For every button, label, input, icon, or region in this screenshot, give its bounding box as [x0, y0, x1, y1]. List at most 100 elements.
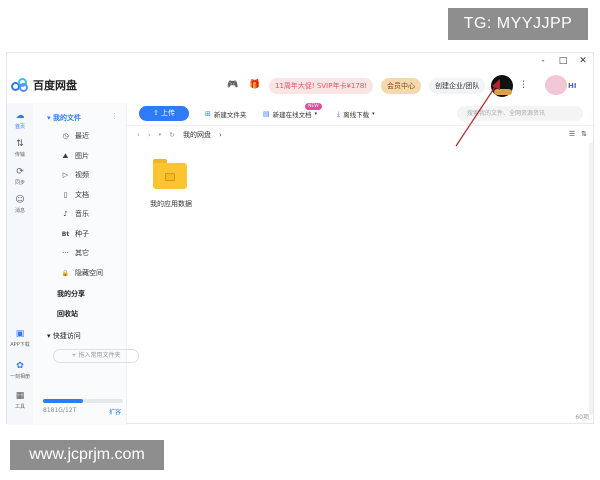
ellipsis-icon: ··· [62, 249, 69, 257]
promo-banner[interactable]: 11周年大促! SVIP年卡¥178! [269, 78, 374, 94]
svip-badge-icon [494, 89, 512, 95]
new-doc-icon: ▤ [263, 110, 270, 118]
chevron-down-icon: ▾ [372, 111, 375, 117]
sidebar-item-label: 文档 [75, 191, 89, 199]
sidebar-item-images[interactable]: ⛰ 图片 [61, 151, 89, 161]
sidebar-item-recent[interactable]: ◷ 最近 [61, 131, 89, 141]
folder-icon[interactable] [153, 159, 187, 189]
rail-item-label: 同步 [14, 180, 25, 186]
rail-item-label: 消息 [14, 208, 25, 214]
rail-item-label: 工具 [14, 404, 25, 410]
rail-item-app-download[interactable]: ▣ APP下载 [7, 329, 33, 348]
window-controls: - □ ✕ [537, 56, 589, 66]
watermark-bottom: www.jcprjm.com [10, 440, 164, 470]
maximize-button[interactable]: □ [557, 56, 569, 66]
breadcrumb-chevron-icon[interactable]: › [219, 131, 222, 139]
rail-item-moments[interactable]: ✿ 一刻相册 [7, 361, 33, 380]
storage-quota-bar [43, 399, 123, 403]
gift-icon[interactable]: 🎁 [249, 80, 260, 90]
navigation-row: ‹ › ▾ ↻ 我的网盘 › [137, 130, 222, 140]
sidebar-item-other[interactable]: ··· 其它 [61, 248, 89, 258]
upload-button[interactable]: ⇧ 上传 [139, 106, 189, 121]
sidebar-item-label: 图片 [75, 152, 89, 160]
offline-download-label: 离线下载 [343, 111, 370, 119]
mascot-icon[interactable] [545, 75, 567, 95]
sidebar-item-videos[interactable]: ▷ 视频 [61, 170, 89, 180]
more-menu-button[interactable]: ⋮ [519, 80, 528, 90]
messages-icon: ☺ [15, 195, 25, 205]
vip-center-button[interactable]: 会员中心 [381, 78, 421, 94]
rail-item-label: 一刻相册 [9, 374, 30, 380]
moments-icon: ✿ [16, 361, 24, 371]
history-dropdown-icon[interactable]: ▾ [159, 132, 162, 138]
document-icon: ▯ [63, 191, 68, 199]
torrent-icon: Bt [61, 230, 70, 238]
sidebar-options-icon[interactable]: ⋮ [111, 112, 118, 120]
home-icon: ☁ [15, 111, 25, 121]
app-download-icon: ▣ [15, 329, 25, 339]
rail-item-sync[interactable]: ⟳ 同步 [7, 167, 33, 186]
image-icon: ⛰ [62, 151, 69, 160]
forward-icon[interactable]: › [148, 131, 151, 139]
quick-access-label: 快捷访问 [52, 332, 81, 340]
rail-item-messages[interactable]: ☺ 消息 [7, 195, 33, 214]
sidebar-item-label: 视频 [75, 171, 89, 179]
download-icon: ⤓ [337, 109, 341, 118]
transfer-icon: ⇅ [16, 139, 24, 149]
chevron-down-icon: ▾ [314, 111, 318, 117]
play-icon: ▷ [62, 171, 69, 179]
cloud-logo-icon [11, 78, 29, 92]
main-panel: ⇧ 上传 ⊞ 新建文件夹 ▤ 新建在线文档 ▾ NEW ⤓ 离线下载 ▾ 搜索我的文件、全… [127, 103, 595, 425]
sidebar: ▾ 我的文件 ⋮ ◷ 最近 ⛰ 图片 ▷ 视频 ▯ 文档 ♪ 音乐 Bt 种子 ··· 其它 … [33, 103, 139, 425]
expand-storage-link[interactable]: 扩容 [109, 407, 121, 416]
close-button[interactable]: ✕ [577, 56, 589, 66]
item-count: 60项 [575, 414, 589, 421]
breadcrumb[interactable]: 我的网盘 [183, 130, 211, 140]
rail-item-label: 首页 [14, 124, 25, 130]
rail-item-tools[interactable]: ▦ 工具 [7, 391, 33, 410]
list-view-icon[interactable]: ☰ [569, 130, 575, 138]
rail-item-label: APP下载 [10, 342, 30, 348]
minimize-button[interactable]: - [537, 56, 549, 66]
nav-rail: ☁ 首页 ⇅ 传输 ⟳ 同步 ☺ 消息 ▣ APP下载 ✿ 一刻相册 ▦ 工具 [7, 103, 33, 425]
storage-quota-text: 8181G/12T [43, 407, 77, 414]
tools-icon: ▦ [15, 391, 25, 401]
rail-item-transfer[interactable]: ⇅ 传输 [7, 139, 33, 158]
back-icon[interactable]: ‹ [137, 131, 140, 139]
sidebar-item-recycle-bin[interactable]: 回收站 [57, 309, 78, 319]
sidebar-item-label: 隐藏空间 [75, 269, 103, 277]
sidebar-my-files-label: 我的文件 [52, 114, 81, 122]
game-icon[interactable]: 🎮 [227, 80, 238, 90]
search-input[interactable]: 搜索我的文件、全网资源资讯 [457, 106, 583, 121]
clock-icon: ◷ [62, 132, 69, 140]
new-folder-button[interactable]: ⊞ 新建文件夹 [205, 109, 246, 119]
quick-access-header[interactable]: ▾ 快捷访问 [47, 331, 81, 341]
refresh-icon[interactable]: ↻ [169, 131, 175, 139]
lock-icon: 🔒 [61, 269, 70, 277]
new-online-doc-label: 新建在线文档 [272, 111, 312, 119]
create-business-button[interactable]: 创建企业/团队 [429, 78, 486, 94]
sidebar-item-label: 种子 [75, 230, 89, 238]
app-logo: 百度网盘 [11, 77, 77, 93]
new-online-doc-button[interactable]: ▤ 新建在线文档 ▾ [263, 109, 317, 119]
app-title: 百度网盘 [33, 79, 77, 92]
file-item-name[interactable]: 我的应用数据 [141, 199, 201, 209]
sidebar-item-music[interactable]: ♪ 音乐 [61, 209, 89, 219]
sidebar-item-label: 最近 [75, 132, 89, 140]
storage-quota-fill [43, 399, 83, 403]
sort-icon[interactable]: ⇅ [581, 130, 587, 138]
sidebar-item-my-share[interactable]: 我的分享 [57, 289, 85, 299]
scrollbar[interactable] [589, 143, 593, 415]
sidebar-item-hidden-space[interactable]: 🔒 隐藏空间 [61, 268, 103, 278]
rail-item-label: 传输 [14, 152, 25, 158]
new-badge: NEW [305, 103, 322, 110]
new-folder-icon: ⊞ [205, 110, 211, 118]
sidebar-item-label: 音乐 [75, 210, 89, 218]
view-controls: ☰ ⇅ [569, 130, 587, 138]
headphones-icon: ♪ [63, 210, 68, 218]
rail-item-home[interactable]: ☁ 首页 [7, 111, 33, 130]
offline-download-button[interactable]: ⤓ 离线下载 ▾ [337, 109, 375, 120]
sidebar-my-files[interactable]: ▾ 我的文件 [47, 113, 81, 123]
sidebar-item-documents[interactable]: ▯ 文档 [61, 190, 89, 200]
sidebar-item-torrents[interactable]: Bt 种子 [61, 229, 89, 239]
